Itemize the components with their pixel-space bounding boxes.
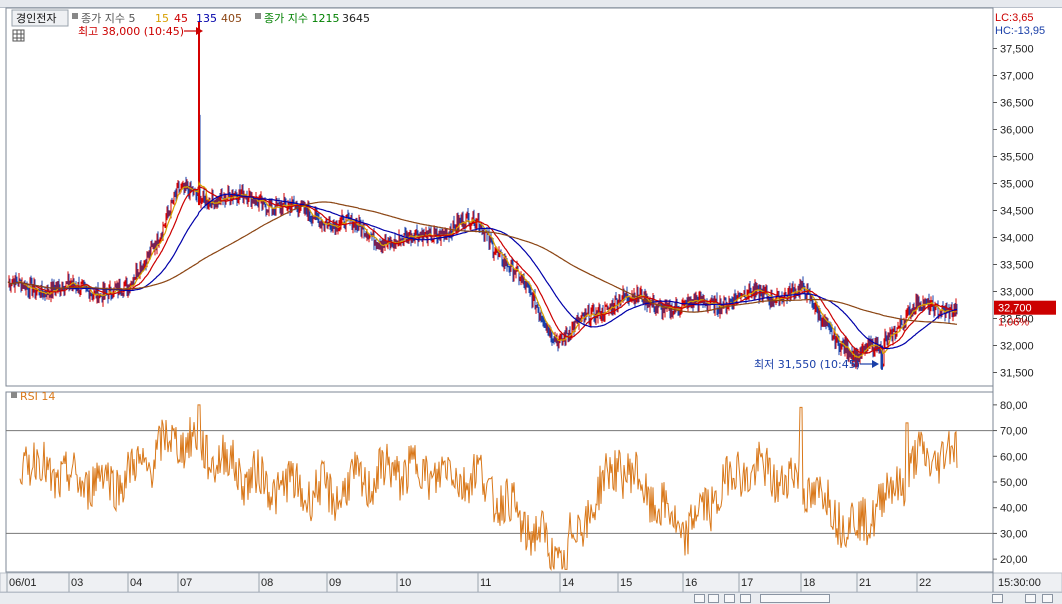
date-tick-label: 08 (261, 577, 273, 589)
date-tick-label: 17 (741, 577, 753, 589)
price-tick-label: 37,000 (1000, 71, 1034, 83)
legend-marker (255, 13, 261, 19)
price-tick-label: 33,000 (1000, 287, 1034, 299)
date-tick-label: 10 (399, 577, 411, 589)
price-tick-label: 36,000 (1000, 125, 1034, 137)
price-tick-label: 34,000 (1000, 233, 1034, 245)
price-tick-label: 32,000 (1000, 341, 1034, 353)
legend-item: 종가 지수 1215 (264, 12, 339, 25)
chart-toolbar (0, 592, 1062, 604)
zoom-out-button[interactable] (1042, 594, 1053, 603)
x-axis-strip (0, 572, 1062, 592)
legend-item: 45 (174, 12, 188, 25)
date-tick-label: 07 (180, 577, 192, 589)
date-tick-label: 14 (562, 577, 574, 589)
rsi-tick-label: 30,00 (1000, 528, 1028, 540)
rsi-tick-label: 80,00 (1000, 400, 1028, 412)
next-page-button[interactable] (740, 594, 751, 603)
current-price-label: 32,700 (998, 303, 1032, 315)
rsi-legend-marker (11, 392, 17, 398)
zoom-icon[interactable] (992, 594, 1003, 603)
hc-label: HC:-13,95 (995, 25, 1045, 37)
stop-button[interactable] (724, 594, 735, 603)
date-tick-label: 06/01 (9, 577, 37, 589)
price-tick-label: 34,500 (1000, 206, 1034, 218)
legend-item: 종가 지수 5 (81, 12, 135, 25)
high-annotation: 최고 38,000 (10:45) (78, 25, 184, 38)
time-readout: 15:30:00 (998, 577, 1041, 589)
rsi-tick-label: 50,00 (1000, 477, 1028, 489)
date-tick-label: 18 (803, 577, 815, 589)
stock-name: 경인전자 (16, 12, 56, 25)
date-tick-label: 21 (859, 577, 871, 589)
date-tick-label: 03 (71, 577, 83, 589)
price-panel (5, 7, 994, 387)
low-annotation: 최저 31,550 (10:45) (754, 358, 860, 371)
legend-item: 15 (155, 12, 169, 25)
price-tick-label: 35,000 (1000, 179, 1034, 191)
legend-marker (72, 13, 78, 19)
current-change-label: 1,06% (998, 317, 1029, 329)
rsi-tick-label: 60,00 (1000, 451, 1028, 463)
first-page-button[interactable] (694, 594, 705, 603)
scroll-slider[interactable] (760, 594, 830, 603)
date-tick-label: 09 (329, 577, 341, 589)
rsi-tick-label: 70,00 (1000, 426, 1028, 438)
rsi-tick-label: 40,00 (1000, 503, 1028, 515)
date-tick-label: 04 (130, 577, 142, 589)
legend-item: 405 (221, 12, 242, 25)
prev-page-button[interactable] (708, 594, 719, 603)
legend-item: 3645 (342, 12, 370, 25)
price-tick-label: 37,500 (1000, 44, 1034, 56)
lc-label: LC:3,65 (995, 12, 1034, 24)
stock-chart[interactable]: 37,500 37,000 36,500 36,000 35,500 35,000 34,5… (0, 7, 1062, 592)
rsi-label: RSI 14 (20, 390, 55, 403)
rsi-tick-label: 20,00 (1000, 554, 1028, 566)
date-tick-label: 16 (685, 577, 697, 589)
date-tick-label: 15 (620, 577, 632, 589)
date-tick-label: 11 (480, 577, 491, 589)
date-tick-label: 22 (919, 577, 931, 589)
price-tick-label: 35,500 (1000, 152, 1034, 164)
price-tick-label: 36,500 (1000, 98, 1034, 110)
price-tick-label: 31,500 (1000, 368, 1034, 380)
price-tick-label: 33,500 (1000, 260, 1034, 272)
legend-item: 135 (196, 12, 217, 25)
zoom-in-button[interactable] (1025, 594, 1036, 603)
